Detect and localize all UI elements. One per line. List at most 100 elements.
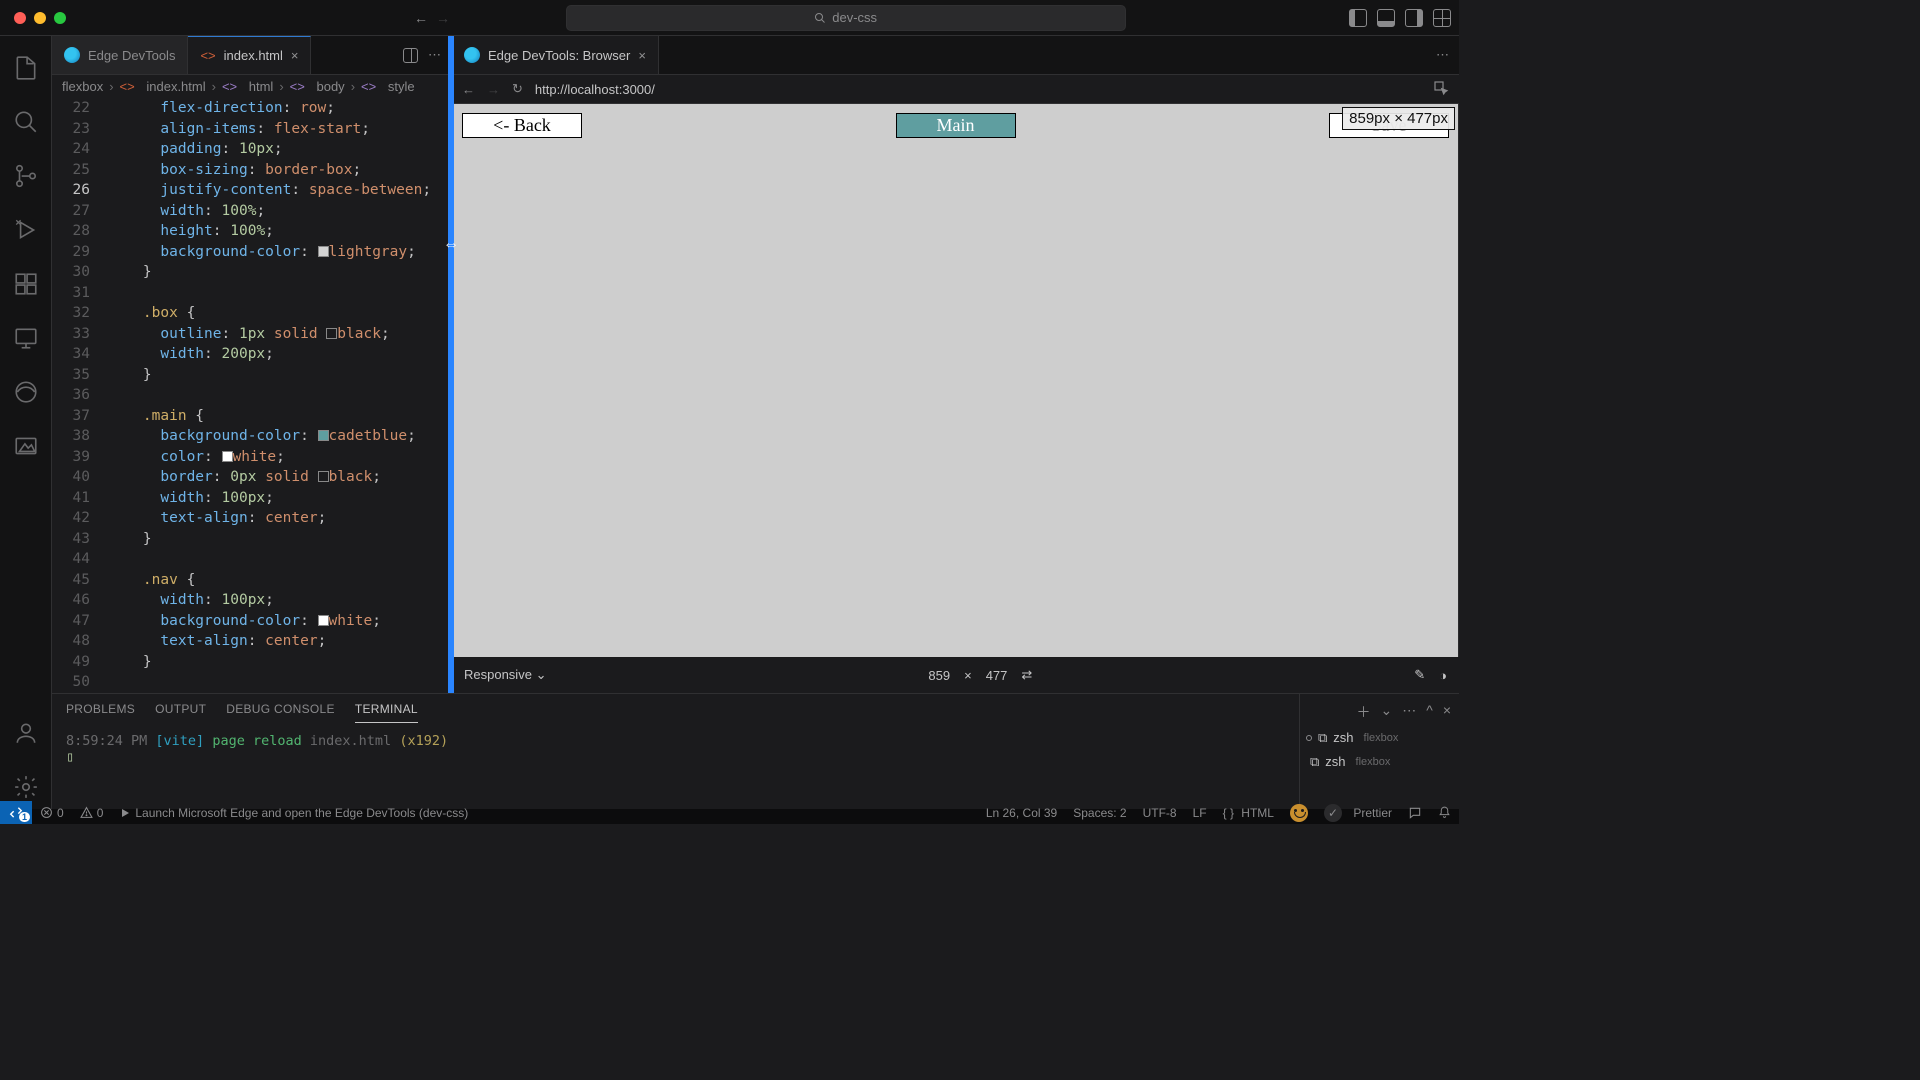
history-nav: ← → <box>414 10 450 26</box>
terminal-status-icon <box>1306 735 1312 741</box>
activity-bar <box>0 36 52 809</box>
tab-label: index.html <box>224 48 283 63</box>
search-view[interactable] <box>4 100 48 144</box>
preview-box-main: Main <box>897 114 1015 137</box>
status-encoding[interactable]: UTF-8 <box>1135 806 1185 820</box>
status-warnings[interactable]: 0 <box>72 806 112 820</box>
split-editor-icon[interactable] <box>403 48 418 63</box>
tab-index-html[interactable]: <> index.html × <box>188 36 311 74</box>
tab-label: Edge DevTools: Browser <box>488 48 630 63</box>
terminal-shell-icon: ⧉ <box>1310 754 1319 770</box>
source-control-view[interactable] <box>4 154 48 198</box>
viewport-height[interactable]: 477 <box>986 668 1008 683</box>
html-file-icon: <> <box>200 48 215 63</box>
new-terminal-icon[interactable]: ＋ <box>1357 702 1371 722</box>
explorer-view[interactable] <box>4 46 48 90</box>
customize-layout-icon[interactable] <box>1433 9 1451 27</box>
rotate-icon[interactable]: ⇄ <box>1021 667 1032 683</box>
workspace-name: dev-css <box>832 10 877 25</box>
tab-devtools-browser[interactable]: Edge DevTools: Browser × <box>452 36 659 74</box>
terminal-output[interactable]: 8:59:24 PM [vite] page reload index.html… <box>52 723 1299 775</box>
editor-group-preview: Edge DevTools: Browser × ⋯ ← → ↻ http://… <box>452 36 1459 693</box>
editor-tabs-right: Edge DevTools: Browser × ⋯ <box>452 36 1459 74</box>
terminal-split-dropdown-icon[interactable]: ⌄ <box>1381 702 1393 722</box>
close-icon[interactable]: × <box>638 48 646 63</box>
titlebar: ← → dev-css <box>0 0 1459 36</box>
search-icon <box>814 12 826 24</box>
panel-more-icon[interactable]: ⋯ <box>1402 702 1416 722</box>
maximize-window[interactable] <box>54 12 66 24</box>
status-eol[interactable]: LF <box>1185 806 1215 820</box>
editor-split-drag-handle[interactable] <box>448 36 454 693</box>
panel-tab-debug[interactable]: DEBUG CONSOLE <box>226 702 335 723</box>
viewport-width[interactable]: 859 <box>928 668 950 683</box>
editor-more-icon[interactable]: ⋯ <box>428 47 441 63</box>
edge-icon <box>64 47 80 63</box>
dimension-separator: × <box>964 668 972 683</box>
breadcrumb-item: <> body <box>290 79 345 94</box>
accounts[interactable] <box>4 711 48 755</box>
remote-badge: 1 <box>19 812 30 822</box>
browser-forward-icon[interactable]: → <box>487 82 500 97</box>
status-cursor-pos[interactable]: Ln 26, Col 39 <box>978 806 1065 820</box>
panel-tab-output[interactable]: OUTPUT <box>155 702 206 723</box>
close-panel-icon[interactable]: × <box>1443 702 1451 722</box>
copilot-icon <box>1290 804 1308 822</box>
editor-more-icon[interactable]: ⋯ <box>1436 47 1449 63</box>
remote-indicator[interactable]: 1 <box>0 801 32 824</box>
toggle-secondary-sidebar-icon[interactable] <box>1405 9 1423 27</box>
inspect-icon[interactable] <box>1433 80 1449 99</box>
status-language[interactable]: { } HTML <box>1215 806 1282 820</box>
terminal-entry[interactable]: ⧉ zsh flexbox <box>1300 750 1459 774</box>
code-editor[interactable]: 2223242526272829303132333435363738394041… <box>52 98 451 693</box>
maximize-panel-icon[interactable]: ^ <box>1426 702 1433 722</box>
command-center-search[interactable]: dev-css <box>566 5 1126 31</box>
chevron-down-icon: ⌄ <box>536 667 547 682</box>
edge-tools-view[interactable] <box>4 370 48 414</box>
editor-group-code: Edge DevTools <> index.html × ⋯ flexbox … <box>52 36 452 693</box>
toggle-primary-sidebar-icon[interactable] <box>1349 9 1367 27</box>
image-view[interactable] <box>4 424 48 468</box>
breadcrumbs[interactable]: flexbox › <> index.html › <> html › <> b… <box>52 74 451 98</box>
tab-edge-devtools[interactable]: Edge DevTools <box>52 36 188 74</box>
status-indent[interactable]: Spaces: 2 <box>1065 806 1134 820</box>
toggle-panel-icon[interactable] <box>1377 9 1395 27</box>
more-settings-icon[interactable]: ◑ <box>1439 668 1447 683</box>
browser-viewport: <- Back Main Save 859px × 477px Responsi… <box>452 104 1459 693</box>
history-back-icon[interactable]: ← <box>414 10 428 26</box>
url-bar[interactable]: http://localhost:3000/ <box>535 82 1421 97</box>
viewport-size-overlay: 859px × 477px <box>1342 107 1455 130</box>
terminal-list: ＋ ⌄ ⋯ ^ × ⧉ zsh flexbox ⧉ zsh flexbox <box>1299 694 1459 809</box>
breadcrumb-item: <> style <box>361 79 415 94</box>
minimize-window[interactable] <box>34 12 46 24</box>
history-forward-icon[interactable]: → <box>436 10 450 26</box>
terminal-shell-icon: ⧉ <box>1318 730 1327 746</box>
breadcrumb-item: <> html <box>222 79 273 94</box>
run-debug-view[interactable] <box>4 208 48 252</box>
edge-icon <box>464 47 480 63</box>
tab-label: Edge DevTools <box>88 48 175 63</box>
panel-tab-problems[interactable]: PROBLEMS <box>66 702 135 723</box>
close-icon[interactable]: × <box>291 48 299 63</box>
panel-tabs: PROBLEMS OUTPUT DEBUG CONSOLE TERMINAL <box>52 694 1299 723</box>
device-select[interactable]: Responsive ⌄ <box>464 667 546 683</box>
browser-back-icon[interactable]: ← <box>462 82 475 97</box>
browser-reload-icon[interactable]: ↻ <box>512 81 523 97</box>
device-toolbar: Responsive ⌄ 859 × 477 ⇄ ✎ ◑ <box>452 657 1459 693</box>
window-controls <box>8 12 66 24</box>
breadcrumb-item: flexbox <box>62 79 103 94</box>
status-launch-task[interactable]: Launch Microsoft Edge and open the Edge … <box>111 806 476 820</box>
resize-cursor-icon: ⇔ <box>442 236 460 254</box>
panel-tab-terminal[interactable]: TERMINAL <box>355 702 418 723</box>
editor-split: Edge DevTools <> index.html × ⋯ flexbox … <box>52 36 1459 693</box>
close-window[interactable] <box>14 12 26 24</box>
editor-tabs-left: Edge DevTools <> index.html × ⋯ <box>52 36 451 74</box>
remote-explorer-view[interactable] <box>4 316 48 360</box>
preview-box-back: <- Back <box>463 114 581 137</box>
browser-toolbar: ← → ↻ http://localhost:3000/ <box>452 74 1459 104</box>
extensions-view[interactable] <box>4 262 48 306</box>
rendered-page[interactable]: <- Back Main Save 859px × 477px <box>453 104 1458 657</box>
terminal-entry[interactable]: ⧉ zsh flexbox <box>1300 726 1459 750</box>
breadcrumb-item: <> index.html <box>120 79 206 94</box>
edit-icon[interactable]: ✎ <box>1414 667 1425 683</box>
